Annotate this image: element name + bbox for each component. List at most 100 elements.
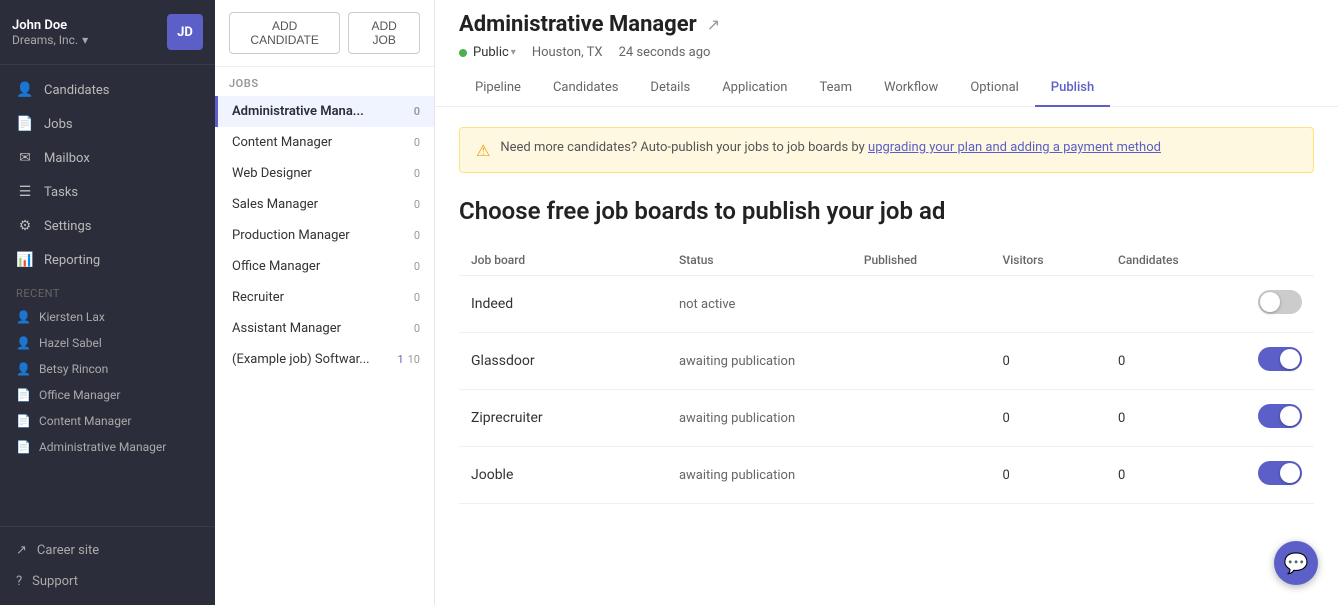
publish-heading: Choose free job boards to publish your j… bbox=[459, 197, 1314, 225]
share-icon[interactable]: ↗ bbox=[707, 15, 720, 34]
jobs-icon: 📄 bbox=[16, 116, 34, 132]
sidebar-item-label: Tasks bbox=[44, 185, 78, 200]
chat-fab-button[interactable]: 💬 bbox=[1274, 541, 1318, 585]
person-icon: 👤 bbox=[16, 336, 31, 350]
board-toggle-jooble[interactable] bbox=[1258, 461, 1302, 485]
doc-icon: 📄 bbox=[16, 414, 31, 428]
add-job-button[interactable]: ADD JOB bbox=[348, 12, 420, 54]
sidebar-item-label: Candidates bbox=[44, 83, 109, 98]
col-header-board: Job board bbox=[459, 245, 667, 276]
job-title-row: Administrative Manager ↗ bbox=[459, 12, 1314, 37]
board-visitors: 0 bbox=[990, 333, 1106, 390]
board-candidates bbox=[1106, 276, 1222, 333]
job-timestamp: 24 seconds ago bbox=[619, 45, 711, 60]
mailbox-icon: ✉ bbox=[16, 150, 34, 166]
board-visitors bbox=[990, 276, 1106, 333]
job-list-item-content-manager[interactable]: Content Manager 0 bbox=[215, 127, 434, 158]
board-toggle-indeed[interactable] bbox=[1258, 290, 1302, 314]
sidebar-recent-hazel[interactable]: 👤 Hazel Sabel bbox=[0, 330, 215, 356]
sidebar-career-site[interactable]: ↗ Career site bbox=[0, 535, 215, 566]
tab-application[interactable]: Application bbox=[706, 70, 803, 107]
tab-publish[interactable]: Publish bbox=[1035, 70, 1110, 107]
job-location: Houston, TX bbox=[532, 45, 603, 60]
sidebar-recent-admin-mgr[interactable]: 📄 Administrative Manager bbox=[0, 434, 215, 460]
sidebar-item-mailbox[interactable]: ✉ Mailbox bbox=[0, 141, 215, 175]
sidebar-item-tasks[interactable]: ☰ Tasks bbox=[0, 175, 215, 209]
add-candidate-button[interactable]: ADD CANDIDATE bbox=[229, 12, 340, 54]
job-list-item-web-designer[interactable]: Web Designer 0 bbox=[215, 158, 434, 189]
col-header-toggle bbox=[1222, 245, 1314, 276]
board-visitors: 0 bbox=[990, 390, 1106, 447]
sidebar-item-reporting[interactable]: 📊 Reporting bbox=[0, 243, 215, 277]
table-header: Job board Status Published Visitors Cand… bbox=[459, 245, 1314, 276]
sidebar-company[interactable]: Dreams, Inc. ▾ bbox=[12, 33, 88, 47]
tab-team[interactable]: Team bbox=[804, 70, 869, 107]
sidebar-bottom: ↗ Career site ? Support bbox=[0, 526, 215, 605]
sidebar-item-jobs[interactable]: 📄 Jobs bbox=[0, 107, 215, 141]
board-candidates: 0 bbox=[1106, 333, 1222, 390]
sidebar: John Doe Dreams, Inc. ▾ JD 👤 Candidates … bbox=[0, 0, 215, 605]
alert-banner: ⚠ Need more candidates? Auto-publish you… bbox=[459, 127, 1314, 173]
job-list-item-example-job[interactable]: (Example job) Softwar... 1 10 bbox=[215, 344, 434, 375]
jobs-section-label: JOBS bbox=[215, 67, 434, 96]
board-status: awaiting publication bbox=[679, 468, 795, 483]
sidebar-support[interactable]: ? Support bbox=[0, 566, 215, 597]
board-candidates: 0 bbox=[1106, 447, 1222, 504]
alert-text: Need more candidates? Auto-publish your … bbox=[500, 140, 1161, 155]
board-toggle-glassdoor[interactable] bbox=[1258, 347, 1302, 371]
board-published bbox=[852, 390, 991, 447]
board-candidates: 0 bbox=[1106, 390, 1222, 447]
sidebar-user-name: John Doe bbox=[12, 18, 88, 33]
board-visitors: 0 bbox=[990, 447, 1106, 504]
sidebar-recent-office-mgr[interactable]: 📄 Office Manager bbox=[0, 382, 215, 408]
tab-candidates[interactable]: Candidates bbox=[537, 70, 634, 107]
col-header-visitors: Visitors bbox=[990, 245, 1106, 276]
job-list-item-recruiter[interactable]: Recruiter 0 bbox=[215, 282, 434, 313]
sidebar-item-settings[interactable]: ⚙ Settings bbox=[0, 209, 215, 243]
sidebar-item-label: Settings bbox=[44, 219, 91, 234]
col-header-published: Published bbox=[852, 245, 991, 276]
job-list-item-production-manager[interactable]: Production Manager 0 bbox=[215, 220, 434, 251]
sidebar-item-label: Jobs bbox=[44, 117, 73, 132]
job-list-item-assistant-manager[interactable]: Assistant Manager 0 bbox=[215, 313, 434, 344]
tab-optional[interactable]: Optional bbox=[954, 70, 1034, 107]
job-boards-tbody: Indeed not active Glassdoor awaiting pub… bbox=[459, 276, 1314, 504]
board-name: Jooble bbox=[471, 467, 513, 483]
status-dot bbox=[459, 49, 467, 57]
board-status: awaiting publication bbox=[679, 354, 795, 369]
sidebar-item-candidates[interactable]: 👤 Candidates bbox=[0, 73, 215, 107]
board-published bbox=[852, 276, 991, 333]
person-icon: 👤 bbox=[16, 82, 34, 98]
main-body: ⚠ Need more candidates? Auto-publish you… bbox=[435, 107, 1338, 605]
upgrade-link[interactable]: upgrading your plan and adding a payment… bbox=[868, 140, 1161, 155]
board-status: not active bbox=[679, 297, 735, 312]
job-main-title: Administrative Manager bbox=[459, 12, 697, 37]
job-list-item-office-manager[interactable]: Office Manager 0 bbox=[215, 251, 434, 282]
job-list-item-sales-manager[interactable]: Sales Manager 0 bbox=[215, 189, 434, 220]
chat-icon: 💬 bbox=[1284, 551, 1309, 575]
status-dropdown[interactable]: Public ▾ bbox=[459, 45, 516, 60]
sidebar-recent-content-mgr[interactable]: 📄 Content Manager bbox=[0, 408, 215, 434]
tab-details[interactable]: Details bbox=[634, 70, 706, 107]
doc-icon: 📄 bbox=[16, 440, 31, 454]
tab-workflow[interactable]: Workflow bbox=[868, 70, 954, 107]
job-boards-table: Job board Status Published Visitors Cand… bbox=[459, 245, 1314, 504]
job-list-item-admin-manager[interactable]: Administrative Mana... 0 bbox=[215, 96, 434, 127]
tasks-icon: ☰ bbox=[16, 184, 34, 200]
sidebar-header: John Doe Dreams, Inc. ▾ JD bbox=[0, 0, 215, 65]
person-icon: 👤 bbox=[16, 310, 31, 324]
person-icon: 👤 bbox=[16, 362, 31, 376]
table-row: Glassdoor awaiting publication 0 0 bbox=[459, 333, 1314, 390]
chevron-down-icon: ▾ bbox=[511, 47, 516, 58]
sidebar-recent-kiersten[interactable]: 👤 Kiersten Lax bbox=[0, 304, 215, 330]
chart-icon: 📊 bbox=[16, 252, 34, 268]
avatar: JD bbox=[167, 14, 203, 50]
board-toggle-ziprecruiter[interactable] bbox=[1258, 404, 1302, 428]
col-header-candidates: Candidates bbox=[1106, 245, 1222, 276]
tab-pipeline[interactable]: Pipeline bbox=[459, 70, 537, 107]
sidebar-user-info: John Doe Dreams, Inc. ▾ bbox=[12, 18, 88, 47]
sidebar-recent-betsy[interactable]: 👤 Betsy Rincon bbox=[0, 356, 215, 382]
main-content: Administrative Manager ↗ Public ▾ Housto… bbox=[435, 0, 1338, 605]
main-tabs: Pipeline Candidates Details Application … bbox=[459, 70, 1314, 106]
job-list-panel: ADD CANDIDATE ADD JOB JOBS Administrativ… bbox=[215, 0, 435, 605]
